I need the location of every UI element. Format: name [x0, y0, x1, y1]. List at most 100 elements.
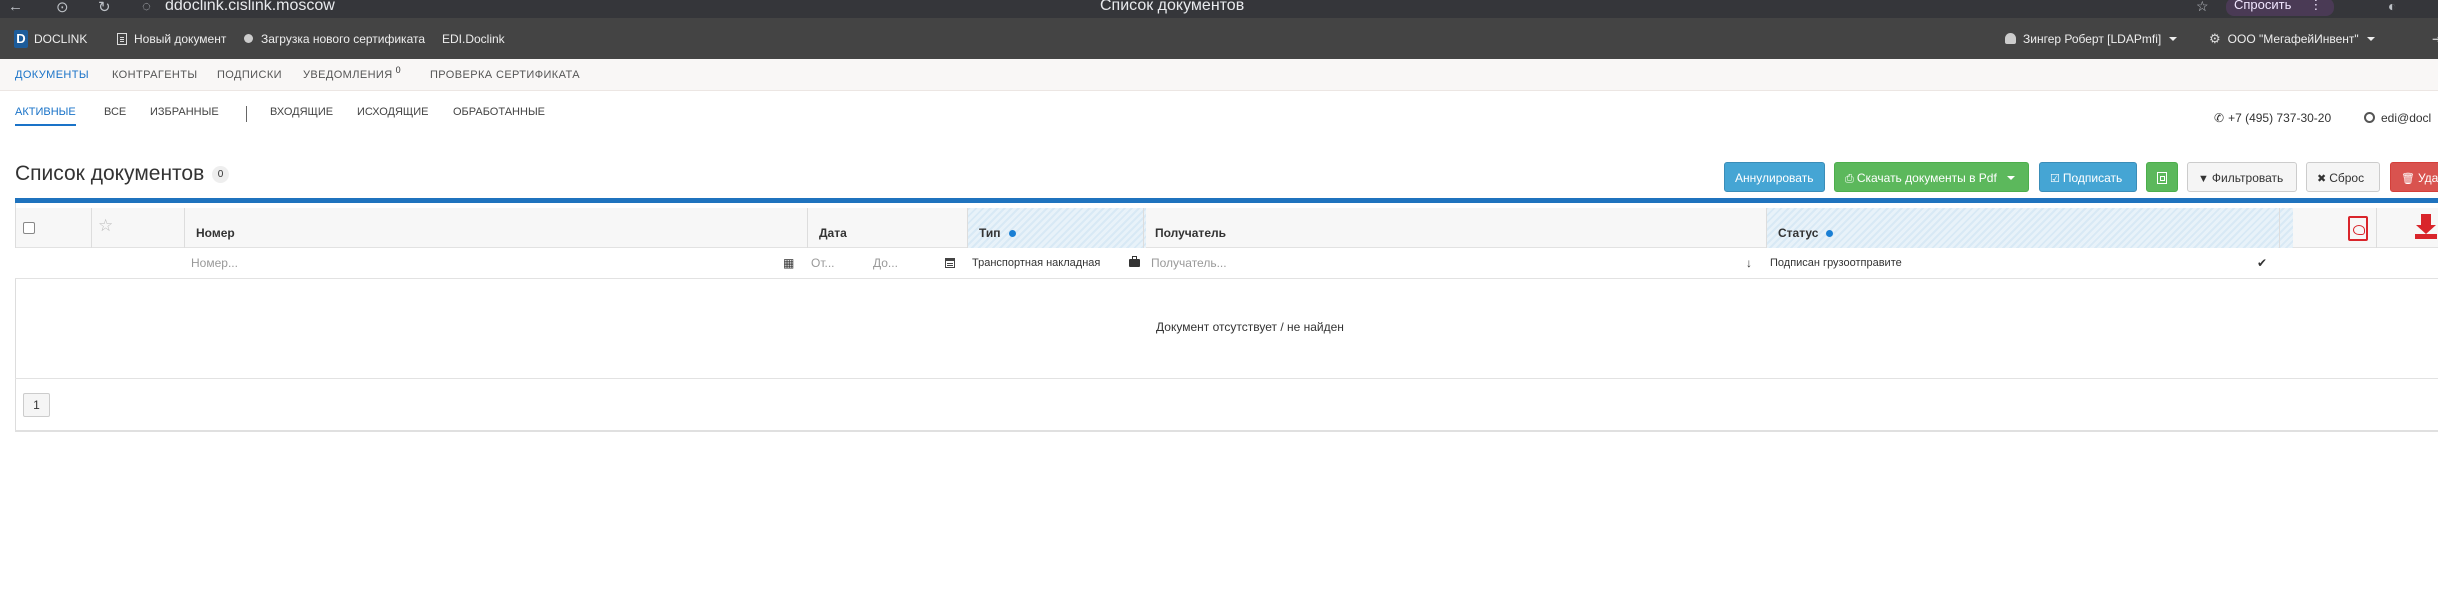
tab-active[interactable]: АКТИВНЫЕ — [15, 106, 76, 126]
support-email[interactable]: edi@docl — [2364, 111, 2431, 125]
column-header-type-label: Тип — [979, 226, 1001, 240]
main-navigation: ДОКУМЕНТЫ КОНТРАГЕНТЫ ПОДПИСКИ УВЕДОМЛЕН… — [0, 59, 2438, 91]
chevron-down-icon — [2366, 36, 2375, 41]
recipient-filter-input[interactable]: Получатель... — [1151, 248, 1751, 278]
close-icon: ✖ — [2317, 173, 2327, 185]
reset-button-label: Сброс — [2329, 171, 2365, 185]
column-header-recipient[interactable]: Получатель — [1155, 208, 1226, 248]
delete-button-label: Удал — [2417, 171, 2438, 185]
back-arrow-icon[interactable]: ← — [8, 0, 23, 15]
annul-button-label: Аннулировать — [1735, 171, 1814, 185]
nav-counterparties[interactable]: КОНТРАГЕНТЫ — [112, 59, 198, 91]
pagination-page-button[interactable]: 1 — [23, 393, 50, 417]
gear-icon: ⚙ — [2209, 30, 2221, 46]
type-filter-select[interactable]: Транспортная накладная — [972, 248, 1127, 278]
sign-button[interactable]: ☑ Подписать — [2039, 162, 2137, 192]
download-pdf-label: Скачать документы в Pdf — [1856, 171, 1997, 185]
tab-incoming[interactable]: ВХОДЯЩИЕ — [270, 106, 333, 122]
app-logo-text: DOCLINK — [34, 31, 88, 46]
chevron-down-icon — [2169, 36, 2178, 41]
select-all-checkbox[interactable] — [23, 222, 35, 234]
trash-icon: 🗑 — [2401, 173, 2415, 185]
sort-indicator-icon — [1008, 230, 1016, 237]
reload-icon[interactable]: ↻ — [98, 0, 111, 16]
nav-notifications[interactable]: УВЕДОМЛЕНИЯ 0 — [303, 59, 401, 91]
notifications-count-badge: 0 — [395, 65, 401, 75]
table-header-row: ☆ Номер Дата Тип Получатель Статус — [15, 208, 2438, 248]
user-menu[interactable]: Зингер Роберт [LDAPmfi] — [2005, 18, 2178, 59]
doclink-logo-icon: D — [14, 29, 28, 48]
support-phone-number: +7 (495) 737-30-20 — [2228, 111, 2332, 125]
print-icon: ⎙ — [1845, 173, 1854, 185]
organization-menu[interactable]: ⚙ ООО "МегафейИнвент" — [2209, 18, 2375, 59]
tab-processed[interactable]: ОБРАБОТАННЫЕ — [453, 106, 545, 122]
checkmark-icon[interactable]: ✔ — [2257, 248, 2267, 278]
download-arrow-head — [2416, 225, 2436, 234]
date-from-input[interactable]: От... — [811, 248, 871, 278]
nav-certificate-check[interactable]: ПРОВЕРКА СЕРТИФИКАТА — [430, 59, 580, 91]
excel-file-icon — [2157, 172, 2167, 184]
delete-button[interactable]: 🗑Удал — [2390, 162, 2438, 192]
logout-icon: ⇥ — [2432, 31, 2438, 46]
sort-indicator-icon — [1826, 230, 1834, 237]
new-document-label: Новый документ — [134, 31, 227, 46]
nav-documents[interactable]: ДОКУМЕНТЫ — [15, 59, 89, 91]
arrow-down-icon[interactable]: ↓ — [1746, 248, 1752, 278]
download-tray — [2415, 234, 2437, 239]
status-column-highlight — [1766, 208, 2293, 248]
app-header: D DOCLINK Новый документ Загрузка нового… — [0, 18, 2438, 59]
tab-outgoing[interactable]: ИСХОДЯЩИЕ — [357, 106, 428, 122]
forward-icon[interactable]: ⊙ — [56, 0, 69, 16]
filter-icon: ▼ — [2198, 173, 2209, 185]
address-bar[interactable]: ddoclink.cislink.moscow — [165, 0, 335, 15]
documents-count-badge: 0 — [212, 166, 229, 183]
calendar-icon[interactable] — [945, 248, 955, 278]
logout-link[interactable]: ⇥ — [2432, 18, 2438, 59]
organization-name: ООО "МегафейИнвент" — [2227, 31, 2359, 46]
export-excel-button[interactable] — [2146, 162, 2178, 192]
edi-doclink-label: EDI.Doclink — [442, 31, 505, 46]
upload-certificate-label: Загрузка нового сертификата — [261, 31, 426, 46]
phone-icon: ✆ — [2214, 111, 2225, 125]
filter-button[interactable]: ▼ Фильтровать — [2187, 162, 2297, 192]
support-email-address: edi@docl — [2381, 111, 2432, 125]
annul-button[interactable]: Аннулировать — [1724, 162, 1825, 192]
extension-icon[interactable]: ◐ — [2388, 0, 2396, 14]
table-filter-row: Номер... ▦ От... До... Транспортная накл… — [15, 248, 2438, 279]
document-filters-tabs: АКТИВНЫЕ ВСЕ ИЗБРАННЫЕ ВХОДЯЩИЕ ИСХОДЯЩИ… — [0, 91, 2438, 133]
tabs-divider — [246, 106, 247, 122]
site-info-icon[interactable]: ◌ — [142, 0, 151, 15]
reset-button[interactable]: ✖ Сброс — [2306, 162, 2380, 192]
number-filter-input[interactable]: Номер... — [191, 248, 781, 278]
ask-button[interactable]: Спросить ⋮ — [2226, 0, 2335, 16]
new-document-link[interactable]: Новый документ — [117, 18, 226, 59]
date-to-input[interactable]: До... — [873, 248, 933, 278]
upload-certificate-link[interactable]: Загрузка нового сертификата — [244, 18, 425, 59]
column-header-date[interactable]: Дата — [819, 208, 847, 248]
download-icon[interactable] — [2415, 214, 2437, 240]
page-title: Список документов — [15, 162, 205, 185]
tab-favorites[interactable]: ИЗБРАННЫЕ — [150, 106, 219, 122]
edi-doclink-link[interactable]: EDI.Doclink — [442, 18, 505, 59]
column-header-status[interactable]: Статус — [1778, 208, 1834, 248]
status-filter-select[interactable]: Подписан грузоотправите — [1770, 248, 1930, 278]
tab-all[interactable]: ВСЕ — [104, 106, 126, 122]
bookmark-star-icon[interactable]: ☆ — [2196, 0, 2209, 15]
app-logo[interactable]: D DOCLINK — [14, 18, 87, 59]
nav-subscriptions[interactable]: ПОДПИСКИ — [217, 59, 282, 91]
user-icon — [2005, 33, 2016, 44]
globe-icon — [2364, 112, 2375, 123]
certificate-icon — [244, 34, 253, 43]
favorite-star-icon[interactable]: ☆ — [98, 216, 113, 236]
column-header-number[interactable]: Номер — [196, 208, 235, 248]
download-pdf-button[interactable]: ⎙ Скачать документы в Pdf — [1834, 162, 2029, 192]
calendar-glyph — [945, 258, 955, 268]
pdf-file-icon[interactable] — [2348, 216, 2368, 241]
calculator-icon[interactable]: ▦ — [783, 248, 794, 278]
more-icon[interactable]: ⋮ — [2309, 0, 2322, 12]
briefcase-icon[interactable] — [1129, 248, 1140, 278]
column-header-type[interactable]: Тип — [979, 208, 1016, 248]
chevron-down-icon — [2006, 176, 2015, 180]
pagination-divider — [15, 378, 2438, 379]
briefcase-glyph — [1129, 256, 1140, 267]
